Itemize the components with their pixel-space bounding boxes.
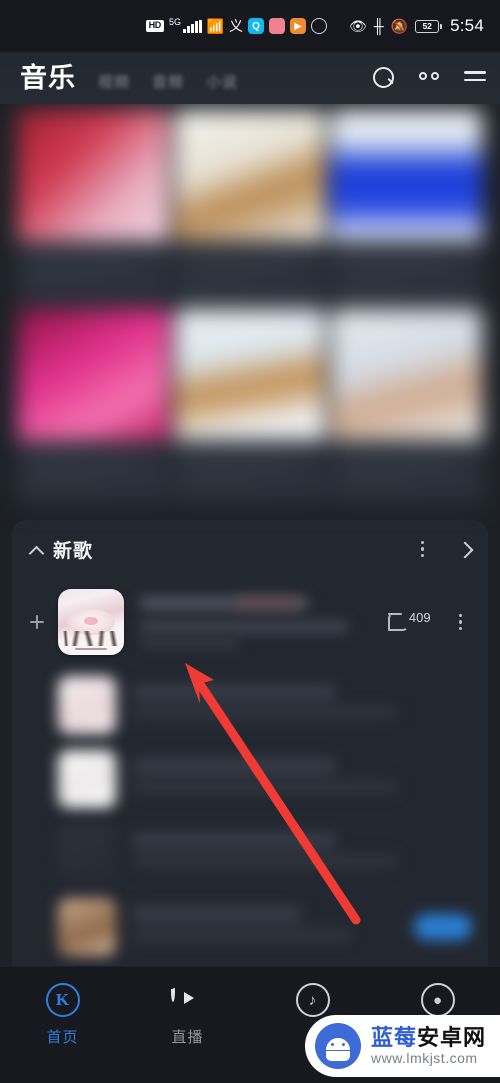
android-robot-icon (314, 1023, 361, 1069)
tab-music[interactable]: 音乐 (20, 64, 76, 92)
banner-cell-5[interactable] (174, 309, 326, 502)
status-bar-left-icons: HD 5G 📶 义 Q ▶ (145, 17, 327, 34)
hd-indicator: HD (145, 20, 165, 32)
song-kebab-menu-icon[interactable] (449, 606, 472, 639)
tab-audio[interactable]: 音频 (152, 71, 184, 92)
search-icon[interactable] (372, 65, 394, 88)
bottom-nav-item-home[interactable]: K 首页 (0, 983, 125, 1047)
song-row-blurred-3[interactable] (12, 816, 488, 890)
section-header: 新歌 (12, 520, 488, 578)
signal-bars-icon (183, 19, 202, 33)
recommendation-grid (12, 104, 488, 508)
eye-comfort-icon: 👁 (348, 18, 367, 34)
scroll-content: 新歌 409 (0, 104, 500, 967)
plus-icon[interactable] (22, 607, 52, 637)
song-title-area (140, 589, 388, 655)
hamburger-menu-icon[interactable] (464, 65, 486, 87)
profile-icon: ● (420, 983, 455, 1017)
chevron-right-icon[interactable] (456, 541, 472, 557)
watermark-name-part1: 蓝莓 (370, 1024, 417, 1050)
song-list-blurred (12, 666, 488, 964)
tab-novel[interactable]: 小说 (206, 71, 238, 92)
category-tabs: 音乐 视频 音频 小说 (20, 64, 372, 92)
banner-cell-2[interactable] (174, 110, 326, 303)
live-play-icon (170, 981, 205, 1017)
banner-cell-4[interactable] (18, 309, 169, 502)
binocular-icon[interactable] (418, 65, 440, 87)
bell-muted-icon: 🔕 (390, 18, 409, 34)
comment-count-badge[interactable]: 409 (387, 610, 431, 631)
watermark-url: www.lmkjst.com (370, 1049, 478, 1066)
top-navigation-bar: 音乐 视频 音频 小说 (0, 52, 500, 104)
bottom-nav-label-home: 首页 (46, 1029, 79, 1046)
top-nav-actions (372, 65, 486, 91)
section-title: 新歌 (53, 540, 94, 562)
bottom-nav-label-live: 直播 (171, 1029, 204, 1046)
music-note-icon: ♪ (295, 983, 330, 1017)
network-type-label: 5G (169, 17, 182, 27)
comment-count-label: 409 (408, 610, 431, 625)
shield-icon (310, 18, 327, 34)
section-kebab-menu-icon[interactable] (411, 533, 434, 566)
chevron-up-icon[interactable] (30, 543, 43, 556)
wifi-icon: 📶 (206, 18, 224, 34)
battery-icon: 52 (415, 19, 443, 33)
vpn-icon: 义 (228, 18, 243, 34)
banner-cell-6[interactable] (331, 309, 482, 502)
phone-screen: HD 5G 📶 义 Q ▶ 👁 ╫ 🔕 52 5:54 音乐 视频 音频 小说 (0, 0, 500, 1083)
new-songs-section: 新歌 409 (12, 520, 488, 966)
album-cover-thumbnail[interactable] (58, 589, 124, 655)
watermark-name-part2: 安卓网 (416, 1024, 486, 1050)
song-row-blurred-1[interactable] (12, 668, 488, 742)
kugou-k-icon: K (45, 983, 80, 1017)
battery-level-label: 52 (422, 21, 432, 31)
song-row-blurred-2[interactable] (12, 742, 488, 816)
qq-icon: Q (247, 18, 264, 34)
status-bar: HD 5G 📶 义 Q ▶ 👁 ╫ 🔕 52 5:54 (0, 0, 500, 52)
bottom-nav-item-live[interactable]: 直播 (125, 981, 250, 1047)
app-pink-icon (268, 18, 285, 34)
song-row-focused[interactable]: 409 (12, 578, 488, 666)
clock-label: 5:54 (450, 16, 484, 35)
banner-cell-3[interactable] (331, 110, 482, 303)
song-row-blurred-4[interactable] (12, 890, 488, 964)
comment-bubble-icon (387, 612, 408, 631)
banner-cell-1[interactable] (18, 110, 169, 303)
site-watermark: 蓝莓安卓网 www.lmkjst.com (304, 1015, 500, 1077)
app-orange-icon: ▶ (289, 18, 306, 34)
watermark-text: 蓝莓安卓网 www.lmkjst.com (370, 1024, 486, 1067)
tab-video[interactable]: 视频 (98, 71, 130, 92)
bluetooth-icon: ╫ (373, 18, 384, 34)
status-bar-right-icons: 👁 ╫ 🔕 52 5:54 (349, 16, 484, 36)
